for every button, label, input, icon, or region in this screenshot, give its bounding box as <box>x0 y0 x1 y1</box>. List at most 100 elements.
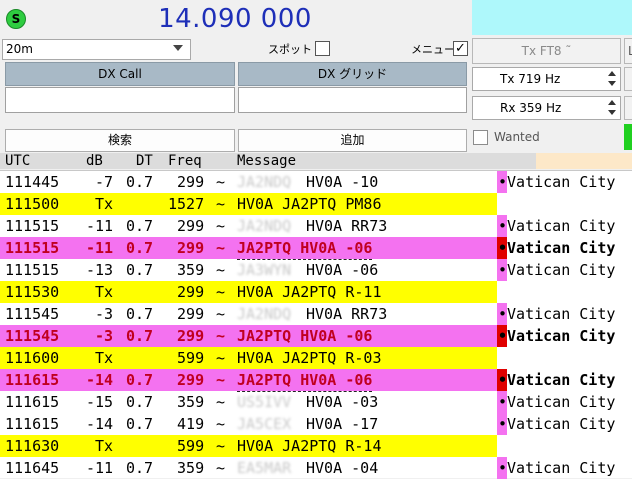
log-message: HV0A JA2PTQ R-14 <box>237 437 382 455</box>
log-freq: 599 <box>168 349 205 367</box>
log-db: -15 <box>86 393 114 411</box>
log-utc: 111545 <box>5 327 60 345</box>
log-message: HV0A JA2PTQ R-11 <box>237 283 382 301</box>
log-tilde: ~ <box>216 195 226 213</box>
log-utc: 111645 <box>5 459 60 477</box>
col-freq: Freq <box>168 153 202 169</box>
log-utc: 111445 <box>5 173 60 191</box>
log-utc: 111630 <box>5 437 60 455</box>
dx-call-input[interactable] <box>5 87 235 113</box>
log-utc: 111600 <box>5 349 60 367</box>
log-row[interactable]: 111515 -13 0.7 359 ~ JA3WYN HV0A -06 •Vatican … <box>0 259 632 281</box>
log-message: HV0A -06 <box>306 261 379 279</box>
log-row[interactable]: 111545 -3 0.7 299 ~ JA2NDQ HV0A RR73 •Vatican… <box>0 303 632 325</box>
log-dt: 0.7 <box>126 239 154 257</box>
log-message: JA2PTQ HV0A -06 <box>237 237 373 260</box>
search-button[interactable]: 検索 <box>5 129 235 152</box>
log-call-redacted: US5IVV <box>237 393 292 411</box>
log-call-redacted: JA5CEX <box>237 415 292 433</box>
chevron-down-icon[interactable] <box>173 45 183 51</box>
tx-side-button[interactable] <box>624 67 632 91</box>
spot-checkbox[interactable] <box>315 41 330 56</box>
log-utc: 111500 <box>5 195 60 213</box>
log-row[interactable]: 111515 -11 0.7 299 ~ JA2NDQ HV0A RR73 •Vatican… <box>0 215 632 237</box>
wanted-label: Wanted <box>494 130 540 144</box>
log-tilde: ~ <box>216 305 226 323</box>
log-row[interactable]: 111445 -7 0.7 299 ~ JA2NDQ HV0A -10 •Vatican … <box>0 171 632 193</box>
log-tilde: ~ <box>216 239 226 257</box>
dx-grid-label: DX グリッド <box>238 62 467 86</box>
log-country: •Vatican City <box>498 327 616 345</box>
log-utc: 111545 <box>5 305 60 323</box>
log-db: -13 <box>86 261 114 279</box>
log-row[interactable]: 111630 Tx 599 ~ HV0A JA2PTQ R-14 <box>0 435 632 457</box>
log-tilde: ~ <box>216 261 226 279</box>
log-row[interactable]: 111615 -14 0.7 299 ~ JA2PTQ HV0A -06 •Vatican… <box>0 369 632 392</box>
dx-call-label: DX Call <box>5 62 235 86</box>
log-country: •Vatican City <box>498 393 616 411</box>
log-call-redacted: JA2NDQ <box>237 305 292 323</box>
log-row[interactable]: 111645 -11 0.7 359 ~ EA5MAR HV0A -04 •Vatican … <box>0 457 632 479</box>
log-row[interactable]: 111515 -11 0.7 299 ~ JA2PTQ HV0A -06 •Vatican… <box>0 237 632 260</box>
log-db: -11 <box>86 459 114 477</box>
log-freq: 299 <box>168 283 205 301</box>
log-utc: 111515 <box>5 217 60 235</box>
arrow-up-icon[interactable] <box>608 71 616 76</box>
add-button[interactable]: 追加 <box>238 129 467 152</box>
log-freq: 359 <box>168 393 205 411</box>
arrow-down-icon[interactable] <box>608 110 616 115</box>
log-row[interactable]: 111615 -14 0.7 419 ~ JA5CEX HV0A -17 •Vatican … <box>0 413 632 435</box>
log-message: HV0A -17 <box>306 415 379 433</box>
log-freq: 419 <box>168 415 205 433</box>
log-tilde: ~ <box>216 173 226 191</box>
log-freq: 359 <box>168 261 205 279</box>
rx-side-button[interactable] <box>624 96 632 120</box>
menu-checkbox[interactable]: ✓ <box>453 41 468 56</box>
log-call-redacted: JA3WYN <box>237 261 292 279</box>
right-edge-button[interactable]: L <box>624 38 632 64</box>
band-select[interactable]: 20m <box>2 39 191 60</box>
log-db: -11 <box>86 217 114 235</box>
spin-arrows[interactable] <box>608 98 618 118</box>
log-row[interactable]: 111500 Tx 1527 ~ HV0A JA2PTQ PM86 <box>0 193 632 215</box>
log-row[interactable]: 111545 -3 0.7 299 ~ JA2PTQ HV0A -06 •Vatican… <box>0 325 632 348</box>
log-message: HV0A -10 <box>306 173 379 191</box>
tx-mode-button[interactable]: Tx FT8 ˜ <box>472 38 621 64</box>
dx-grid-input[interactable] <box>238 87 467 113</box>
log-country: •Vatican City <box>498 261 616 279</box>
log-call-redacted: EA5MAR <box>237 459 292 477</box>
log-message: JA2PTQ HV0A -06 <box>237 325 373 348</box>
log-tilde: ~ <box>216 327 226 345</box>
log-freq: 299 <box>168 173 205 191</box>
status-badge: S <box>6 9 26 29</box>
log-tilde: ~ <box>216 217 226 235</box>
level-indicator <box>624 124 632 150</box>
log-utc: 111615 <box>5 393 60 411</box>
col-db: dB <box>86 153 103 169</box>
log-freq: 1527 <box>168 195 205 213</box>
log-header: UTC dB DT Freq Message <box>0 153 632 169</box>
log-message: HV0A RR73 <box>306 305 388 323</box>
log-tilde: ~ <box>216 437 226 455</box>
log-message: HV0A JA2PTQ PM86 <box>237 195 382 213</box>
log-db: -3 <box>86 305 114 323</box>
rx-frequency-spinbox[interactable]: Rx 359 Hz <box>472 96 621 120</box>
log-db: -3 <box>86 327 114 345</box>
col-dt: DT <box>136 153 153 169</box>
arrow-down-icon[interactable] <box>608 81 616 86</box>
log-freq: 299 <box>168 327 205 345</box>
log-row[interactable]: 111530 Tx 299 ~ HV0A JA2PTQ R-11 <box>0 281 632 303</box>
spin-arrows[interactable] <box>608 69 618 89</box>
log-tilde: ~ <box>216 349 226 367</box>
wanted-checkbox[interactable] <box>473 130 488 145</box>
log-message: JA2PTQ HV0A -06 <box>237 369 373 392</box>
frequency-display: 14.090 000 <box>158 4 312 34</box>
arrow-up-icon[interactable] <box>608 100 616 105</box>
log-tilde: ~ <box>216 283 226 301</box>
tx-frequency-spinbox[interactable]: Tx 719 Hz <box>472 67 621 91</box>
log-call-redacted: JA2NDQ <box>237 217 292 235</box>
decode-log[interactable]: 111445 -7 0.7 299 ~ JA2NDQ HV0A -10 •Vatican … <box>0 170 632 479</box>
log-call-redacted: JA2NDQ <box>237 173 292 191</box>
log-row[interactable]: 111600 Tx 599 ~ HV0A JA2PTQ R-03 <box>0 347 632 369</box>
log-row[interactable]: 111615 -15 0.7 359 ~ US5IVV HV0A -03 •Vatican … <box>0 391 632 413</box>
